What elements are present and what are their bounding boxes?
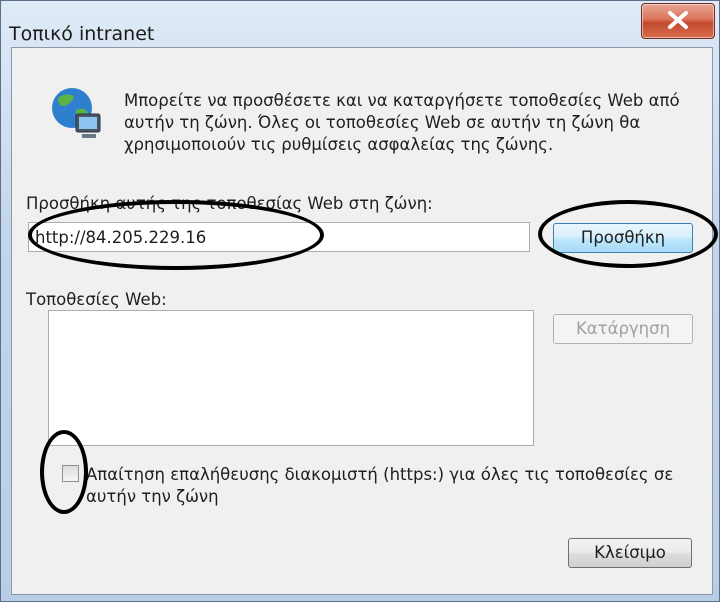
dialog-body: Μπορείτε να προσθέσετε και να καταργήσετ… <box>11 47 713 595</box>
dialog-window: Τοπικό intranet Μπορείτε να προσθέσετε κ… <box>0 0 720 602</box>
annotation-ellipse-add <box>538 200 718 268</box>
annotation-ellipse-checkbox <box>40 430 88 514</box>
close-button[interactable]: Κλείσιμο <box>568 538 692 568</box>
intro-text: Μπορείτε να προσθέσετε και να καταργήσετ… <box>124 91 680 154</box>
sites-list[interactable] <box>48 310 534 446</box>
window-close-button[interactable] <box>641 3 715 39</box>
window-title: Τοπικό intranet <box>9 23 155 45</box>
annotation-ellipse-url <box>28 200 324 270</box>
close-icon <box>668 11 688 29</box>
globe-computer-icon <box>52 88 101 138</box>
require-https-label[interactable]: Απαίτηση επαλήθευσης διακομιστή (https:)… <box>86 464 696 508</box>
title-bar[interactable]: Τοπικό intranet <box>1 1 719 47</box>
remove-button[interactable]: Κατάργηση <box>553 314 693 344</box>
sites-label: Τοποθεσίες Web: <box>26 290 167 309</box>
